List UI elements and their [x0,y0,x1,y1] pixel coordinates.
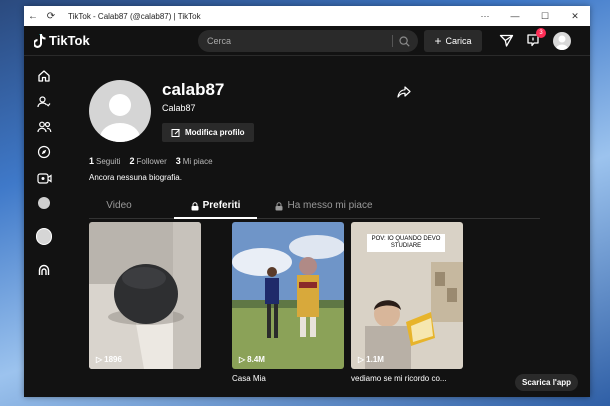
search-icon[interactable] [399,35,410,47]
stat-followers-label: Follower [136,157,167,166]
window-title: TikTok - Calab87 (@calab87) | TikTok [68,11,201,21]
video-thumbnail-outdoor [232,222,344,369]
window-controls: ··· — ☐ ✕ [470,6,590,26]
minimize-icon[interactable]: — [500,6,530,26]
upload-label: Carica [445,36,472,46]
more-icon[interactable] [36,262,52,278]
view-count: ▷ 1.1M [358,355,384,364]
plus-icon: + [434,34,442,48]
play-icon: ▷ [96,355,103,364]
app-window: ← ⟳ TikTok - Calab87 (@calab87) | TikTok… [24,6,590,397]
view-count-value: 1.1M [366,355,384,364]
close-icon[interactable]: ✕ [560,6,590,26]
sidebar-avatar-circle [36,227,52,245]
profile-nickname: Calab87 [162,103,196,113]
video-card[interactable]: ▷ 1896 [89,222,201,369]
view-count-value: 8.4M [247,355,265,364]
get-app-button[interactable]: Scarica l'app [515,374,579,391]
upload-button[interactable]: + Carica [424,30,482,52]
stat-following[interactable]: 1 Seguiti [89,156,120,166]
stat-followers[interactable]: 2 Follower [129,156,166,166]
play-icon: ▷ [239,355,246,364]
title-bar: ← ⟳ TikTok - Calab87 (@calab87) | TikTok… [24,6,590,26]
tab-video[interactable]: Video [89,193,149,219]
video-card[interactable]: ▷ 8.4M [232,222,344,369]
stat-likes-label: Mi piace [182,157,213,166]
top-bar: TikTok Cerca + Carica 3 [24,26,590,56]
share-icon[interactable] [397,86,411,98]
inbox-icon[interactable]: 3 [526,28,546,47]
profile-stats: 1 Seguiti 2 Follower 3 Mi piace [89,156,213,166]
profile-nav-icon[interactable] [36,195,52,211]
tab-favorites-label: Preferiti [202,200,241,211]
profile-tabs: Video Preferiti Ha messo mi piace [89,193,540,219]
video-overlay-text: POV: IO QUANDO DEVO STUDIARE [367,234,445,252]
reload-icon[interactable]: ⟳ [42,11,60,22]
stat-followers-count: 2 [129,156,135,166]
messages-send-icon[interactable] [499,33,514,48]
maximize-icon[interactable]: ☐ [530,6,560,26]
lock-icon [275,201,283,210]
home-icon[interactable] [36,68,52,84]
view-count: ▷ 1896 [96,355,122,364]
tab-liked-label: Ha messo mi piace [287,200,373,211]
video-thumbnail-speaker [89,222,201,369]
friends-icon[interactable] [36,119,52,135]
video-caption[interactable]: Casa Mia [232,374,344,383]
view-count-value: 1896 [104,355,122,364]
search-bar[interactable]: Cerca [198,30,418,52]
edit-profile-button[interactable]: Modifica profilo [162,123,254,142]
user-avatar[interactable] [553,32,571,50]
tab-favorites[interactable]: Preferiti [174,193,257,219]
back-arrow-icon[interactable]: ← [24,11,42,22]
profile-picture [89,80,151,142]
stat-following-count: 1 [89,156,95,166]
tiktok-note-icon [34,33,46,48]
active-tab-indicator [174,217,257,219]
sidebar-avatar[interactable] [36,227,52,245]
inbox-badge: 3 [536,28,546,38]
sidebar [24,56,62,397]
edit-icon [171,128,180,137]
play-icon: ▷ [358,355,365,364]
live-icon[interactable] [36,170,52,186]
more-options-icon[interactable]: ··· [470,6,500,26]
stat-likes-count: 3 [175,156,181,166]
logo-text: TikTok [49,33,90,48]
view-count: ▷ 8.4M [239,355,265,364]
edit-profile-label: Modifica profilo [185,128,245,137]
profile-nav-dot [38,197,50,209]
stat-following-label: Seguiti [96,157,121,166]
profile-username: calab87 [162,80,225,99]
search-divider [392,35,393,47]
stat-likes: 3 Mi piace [176,156,213,166]
video-caption[interactable]: vediamo se mi ricordo co... [351,374,463,383]
tab-liked[interactable]: Ha messo mi piace [269,193,379,219]
search-input[interactable]: Cerca [207,36,392,46]
tab-video-label: Video [106,200,132,211]
follow-user-icon[interactable] [36,94,52,110]
video-card[interactable]: POV: IO QUANDO DEVO STUDIARE ▷ 1.1M [351,222,463,369]
tiktok-logo[interactable]: TikTok [34,33,90,48]
profile-bio: Ancora nessuna biografia. [89,173,182,182]
profile-main: calab87 Calab87 Modifica profilo 1 Seguit… [62,56,590,397]
explore-compass-icon[interactable] [36,144,52,160]
lock-icon [191,201,199,210]
